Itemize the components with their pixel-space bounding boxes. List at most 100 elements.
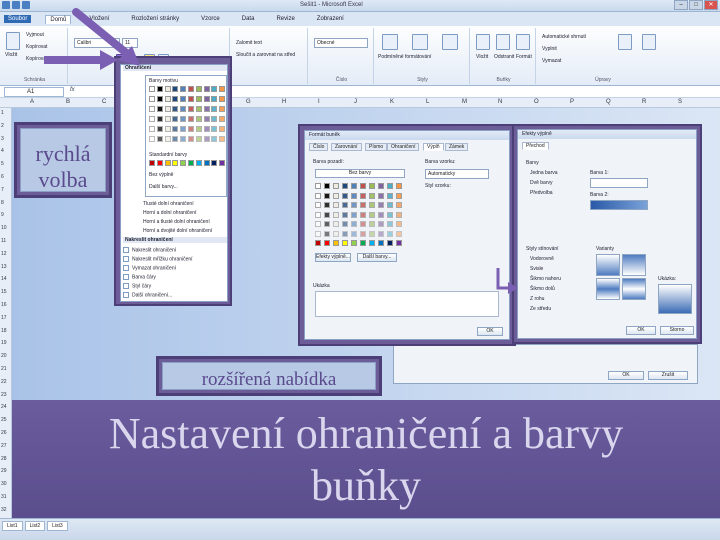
sheet-tab-1[interactable]: List1 <box>2 521 23 531</box>
no-fill-option[interactable]: Bez výplně <box>149 172 173 178</box>
color-swatch[interactable] <box>156 106 163 112</box>
color-swatch[interactable] <box>156 86 163 92</box>
draw-menu-item[interactable]: Vymazat ohraničení <box>123 265 176 271</box>
tab-protection[interactable]: Zámek <box>445 143 469 151</box>
color-swatch[interactable] <box>156 136 163 142</box>
fill-color-swatch[interactable] <box>387 230 393 237</box>
save-icon[interactable] <box>12 1 20 9</box>
tab-alignment[interactable]: Zarovnání <box>331 143 362 151</box>
row-header[interactable]: 2 <box>1 123 4 129</box>
shading-option-radio[interactable]: Šikmo nahoru <box>530 276 561 282</box>
color-swatch[interactable] <box>195 136 202 142</box>
standard-color-swatch[interactable] <box>149 160 155 166</box>
color-swatch[interactable] <box>172 96 179 102</box>
fill-color-swatch[interactable] <box>378 221 384 227</box>
fill-color-swatch[interactable] <box>396 211 402 218</box>
fill-color-swatch[interactable] <box>360 211 366 218</box>
paste-icon[interactable] <box>6 32 20 50</box>
column-header[interactable]: P <box>570 99 574 105</box>
color-swatch[interactable] <box>219 96 226 102</box>
color-swatch[interactable] <box>188 116 194 122</box>
clear-button[interactable]: Vymazat <box>542 58 561 64</box>
column-header[interactable]: S <box>678 99 682 105</box>
row-header[interactable]: 4 <box>1 148 4 154</box>
color-swatch[interactable] <box>180 96 187 102</box>
fill-color-swatch[interactable] <box>342 230 348 237</box>
fill-color-swatch[interactable] <box>378 230 384 237</box>
fill-color-swatch[interactable] <box>396 192 402 199</box>
shading-option-radio[interactable]: Vodorovně <box>530 256 554 262</box>
standard-color-swatch[interactable] <box>219 160 226 166</box>
draw-menu-item[interactable]: Barva čáry <box>123 274 156 280</box>
row-header[interactable]: 12 <box>1 251 7 257</box>
row-header[interactable]: 14 <box>1 276 7 282</box>
wrap-text-button[interactable]: Zalomit text <box>236 40 262 46</box>
tab-number[interactable]: Číslo <box>309 143 329 151</box>
color-swatch[interactable] <box>188 86 194 92</box>
fill-color-swatch[interactable] <box>396 230 402 237</box>
color1-select[interactable] <box>590 178 648 188</box>
column-header[interactable]: K <box>390 99 394 105</box>
fx-icon[interactable]: fx <box>70 87 75 93</box>
row-header[interactable]: 29 <box>1 468 7 474</box>
color-swatch[interactable] <box>164 106 171 112</box>
fill-color-swatch[interactable] <box>360 230 366 237</box>
row-header[interactable]: 31 <box>1 494 7 500</box>
name-box[interactable]: A1 <box>4 87 64 97</box>
autosum-button[interactable]: Automatické shrnutí <box>542 34 586 40</box>
draw-menu-item[interactable]: Další ohraničení... <box>123 292 172 298</box>
sheet-tab-3[interactable]: List3 <box>47 521 68 531</box>
fill-color-swatch[interactable] <box>324 240 330 246</box>
draw-menu-item[interactable]: Nakreslit ohraničení <box>123 247 176 253</box>
fill-color-swatch[interactable] <box>333 211 339 218</box>
fill-color-swatch[interactable] <box>351 183 357 189</box>
row-header[interactable]: 25 <box>1 417 7 423</box>
fill-color-swatch[interactable] <box>324 211 330 218</box>
row-header[interactable]: 27 <box>1 443 7 449</box>
color-swatch[interactable] <box>211 86 218 92</box>
tab-view[interactable]: Zobrazení <box>313 15 348 23</box>
shading-option-radio[interactable]: Z rohu <box>530 296 544 302</box>
fill-color-swatch[interactable] <box>324 221 330 227</box>
standard-color-swatch[interactable] <box>156 160 163 166</box>
column-header[interactable]: R <box>642 99 646 105</box>
row-header[interactable]: 28 <box>1 456 7 462</box>
fill-color-swatch[interactable] <box>387 211 393 218</box>
fill-color-swatch[interactable] <box>333 230 339 237</box>
fill-color-swatch[interactable] <box>351 221 357 227</box>
tab-formulas[interactable]: Vzorce <box>197 15 224 23</box>
row-header[interactable]: 19 <box>1 340 7 346</box>
border-menu-item[interactable]: Horní a tlusté dolní ohraničení <box>143 219 210 225</box>
shading-option-radio[interactable]: Ze středu <box>530 306 551 312</box>
color-swatch[interactable] <box>172 116 179 122</box>
fill-color-swatch[interactable] <box>396 221 402 227</box>
fill-color-swatch[interactable] <box>333 183 339 189</box>
fill-color-swatch[interactable] <box>387 183 393 189</box>
conditional-format-icon[interactable] <box>382 34 398 50</box>
row-header[interactable]: 32 <box>1 507 7 513</box>
row-header[interactable]: 16 <box>1 302 7 308</box>
standard-color-swatch[interactable] <box>203 160 210 166</box>
number-format-box[interactable]: Obecné <box>314 38 368 48</box>
fill-color-swatch[interactable] <box>369 240 375 246</box>
undo-icon[interactable] <box>22 1 30 9</box>
fill-color-swatch[interactable] <box>369 230 375 237</box>
row-header[interactable]: 30 <box>1 481 7 487</box>
fill-color-swatch[interactable] <box>324 230 330 237</box>
color2-select[interactable] <box>590 200 648 210</box>
fill-color-swatch[interactable] <box>324 192 330 199</box>
tab-home[interactable]: Domů <box>45 14 72 24</box>
fill-color-swatch[interactable] <box>369 183 375 189</box>
find-select-icon[interactable] <box>642 34 656 50</box>
draw-menu-item[interactable]: Nakreslit mřížku ohraničení <box>123 256 193 262</box>
border-menu-item[interactable]: Tlusté dolní ohraničení <box>143 201 194 207</box>
no-color-button[interactable]: Bez barvy <box>315 169 405 178</box>
color-swatch[interactable] <box>219 136 226 142</box>
cell-styles-icon[interactable] <box>442 34 458 50</box>
color-swatch[interactable] <box>211 96 218 102</box>
fill-color-swatch[interactable] <box>378 183 384 189</box>
fill-color-swatch[interactable] <box>342 183 348 189</box>
row-header[interactable]: 9 <box>1 212 4 218</box>
color-swatch[interactable] <box>188 106 194 112</box>
row-header[interactable]: 22 <box>1 379 7 385</box>
